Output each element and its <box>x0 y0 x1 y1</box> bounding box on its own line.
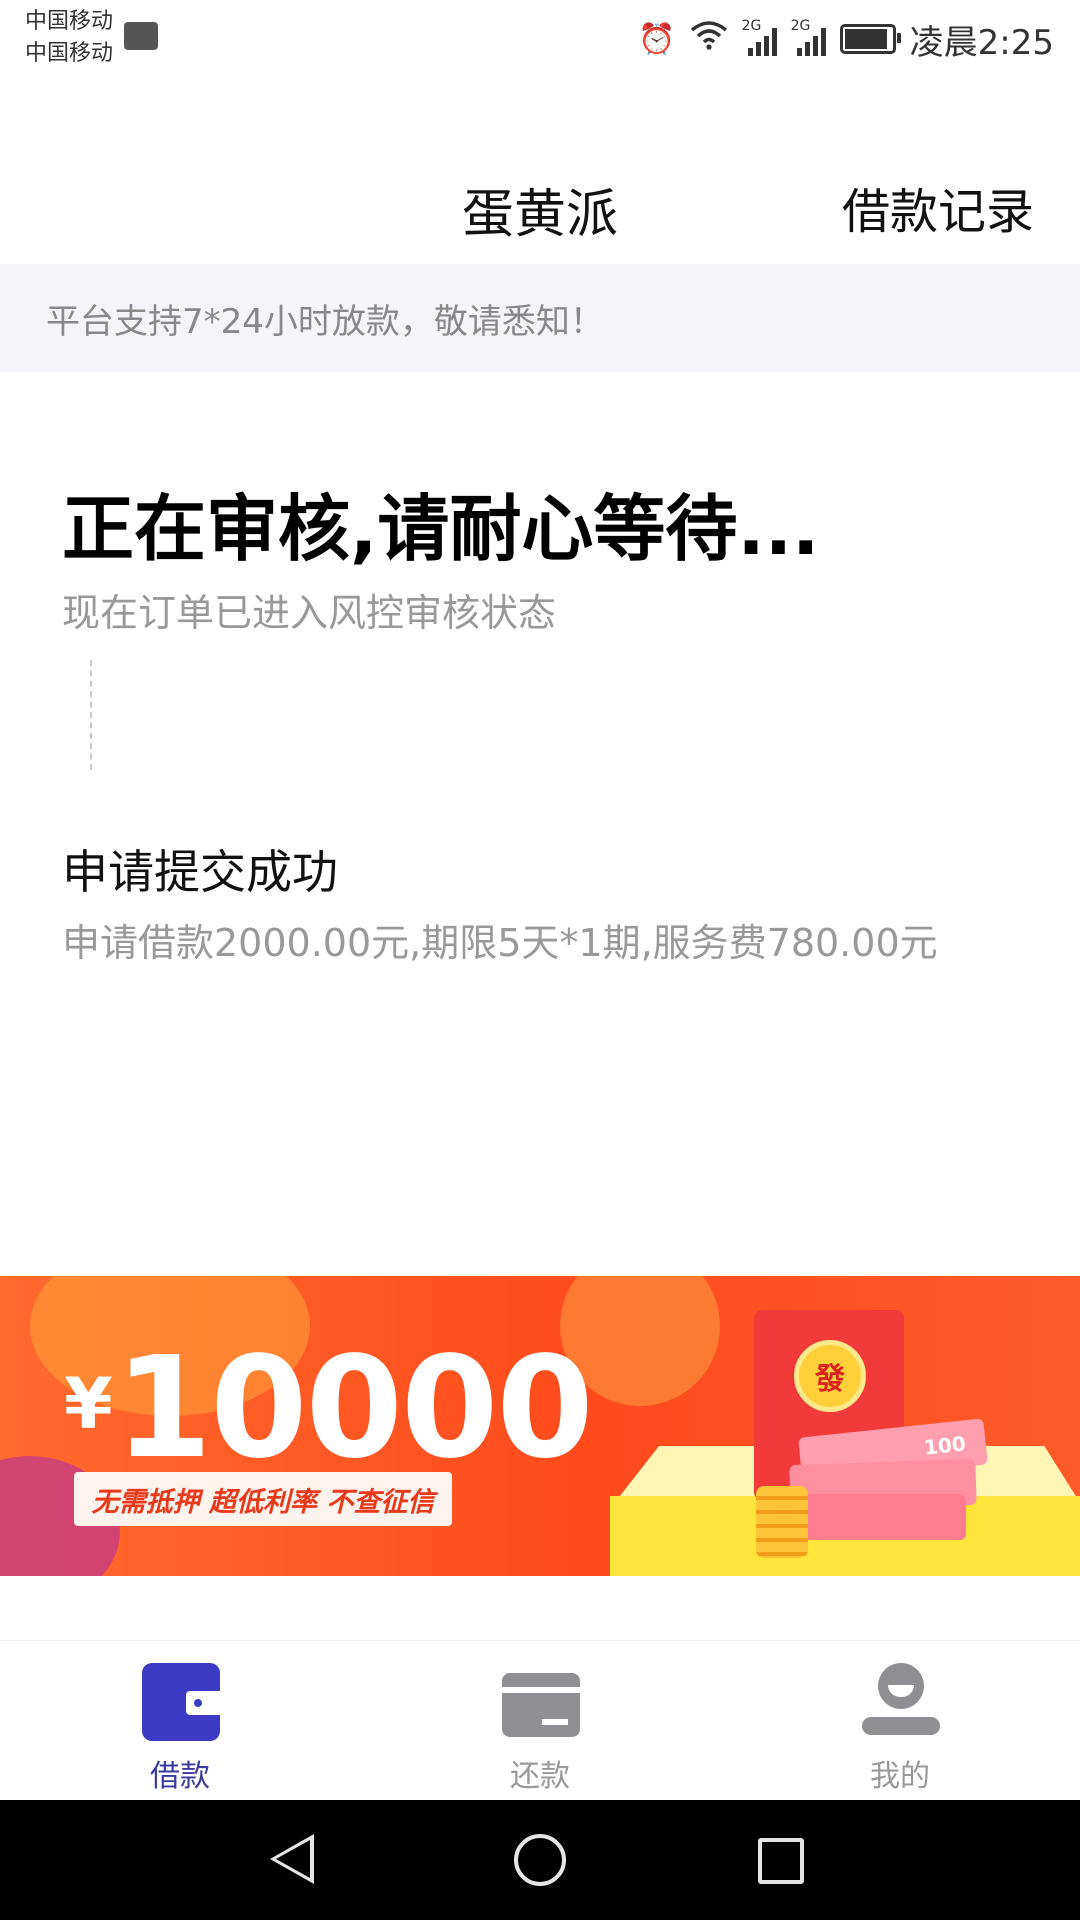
battery-icon <box>839 24 901 54</box>
signal-strength-icon-2: 2G <box>791 18 826 56</box>
app-header: 蛋黄派 借款记录 <box>0 80 1080 262</box>
promo-banner[interactable]: ¥10000 无需抵押 超低利率 不查征信 發 100 <box>0 1276 1080 1576</box>
progress-connector-line <box>90 660 92 770</box>
clock-time: 凌晨2:25 <box>909 22 1054 63</box>
review-status-subtitle: 现在订单已进入风控审核状态 <box>62 591 557 635</box>
currency-symbol: ¥ <box>64 1363 113 1445</box>
tab-repay[interactable]: 还款 <box>440 1651 640 1794</box>
alarm-icon: ⏰ <box>638 21 676 57</box>
tab-label: 借款 <box>150 1759 210 1794</box>
user-icon <box>862 1663 940 1743</box>
banner-feature-tags: 无需抵押 超低利率 不查征信 <box>74 1472 452 1526</box>
activity-monitor-icon <box>124 22 158 50</box>
status-bar: 中国移动 中国移动 ⏰ 2G 2G 凌晨2:25 <box>0 0 1080 80</box>
tab-label: 还款 <box>510 1759 570 1794</box>
carrier-info: 中国移动 中国移动 <box>25 6 113 70</box>
system-nav-bar <box>0 1800 1080 1920</box>
tab-label: 我的 <box>870 1759 930 1794</box>
status-icons: ⏰ 2G 2G 凌晨2:25 <box>638 14 1054 64</box>
tab-borrow[interactable]: 借款 <box>80 1651 280 1794</box>
notice-bar: 平台支持7*24小时放款，敬请悉知！ <box>0 264 1080 372</box>
loan-records-link[interactable]: 借款记录 <box>842 172 1034 242</box>
recent-apps-icon[interactable] <box>758 1838 804 1884</box>
back-icon[interactable] <box>270 1834 314 1884</box>
coin-stack-icon <box>756 1486 808 1558</box>
wifi-icon <box>690 20 728 58</box>
notice-text: 平台支持7*24小时放款，敬请悉知！ <box>46 301 604 342</box>
wallet-icon <box>142 1663 220 1741</box>
bottom-tab-bar: 借款 还款 我的 <box>0 1640 1080 1801</box>
network-type-label-2: 2G <box>790 18 811 34</box>
carrier-name-2: 中国移动 <box>25 41 114 66</box>
banner-amount-value: 10000 <box>114 1327 594 1490</box>
home-icon[interactable] <box>514 1834 566 1886</box>
application-step-description: 申请借款2000.00元,期限5天*1期,服务费780.00元 <box>62 921 938 965</box>
signal-strength-icon-1: 2G <box>742 18 777 56</box>
carrier-name-1: 中国移动 <box>25 9 114 34</box>
review-status-title: 正在审核,请耐心等待... <box>62 487 820 571</box>
tab-mine[interactable]: 我的 <box>800 1651 1000 1794</box>
envelope-seal: 發 <box>794 1340 866 1412</box>
card-icon <box>502 1673 580 1737</box>
network-type-label-1: 2G <box>741 18 762 34</box>
banner-amount: ¥10000 <box>64 1334 594 1479</box>
application-step-title: 申请提交成功 <box>62 845 338 899</box>
